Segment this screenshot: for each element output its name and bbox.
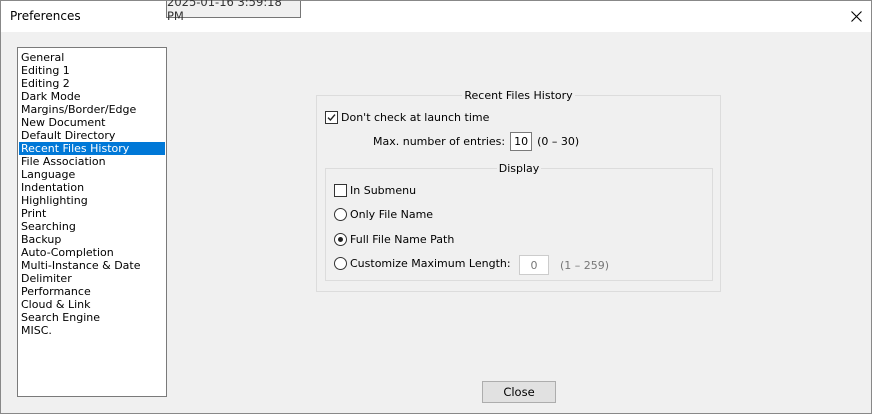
- category-item-performance[interactable]: Performance: [19, 285, 165, 298]
- category-item-auto-completion[interactable]: Auto-Completion: [19, 246, 165, 259]
- dont-check-checkbox[interactable]: [325, 111, 338, 124]
- max-entries-range: (0 – 30): [537, 135, 580, 148]
- category-item-editing-2[interactable]: Editing 2: [19, 77, 165, 90]
- recent-files-group-title: Recent Files History: [464, 89, 573, 102]
- customize-length-range: (1 – 259): [560, 258, 610, 272]
- close-icon: [850, 10, 862, 22]
- in-submenu-option[interactable]: In Submenu: [334, 184, 416, 197]
- max-entries-row: Max. number of entries: 10 (0 – 30): [373, 132, 579, 151]
- dont-check-option[interactable]: Don't check at launch time: [325, 111, 489, 124]
- category-item-backup[interactable]: Backup: [19, 233, 165, 246]
- checkmark-icon: [327, 114, 336, 122]
- category-item-search-engine[interactable]: Search Engine: [19, 311, 165, 324]
- customize-length-option[interactable]: Customize Maximum Length:: [334, 257, 511, 270]
- category-list[interactable]: General Editing 1 Editing 2 Dark Mode Margin…: [17, 47, 167, 397]
- close-button[interactable]: Close: [482, 381, 556, 403]
- full-path-radio[interactable]: [334, 233, 347, 246]
- only-file-name-option[interactable]: Only File Name: [334, 208, 433, 221]
- category-item-dark-mode[interactable]: Dark Mode: [19, 90, 165, 103]
- category-item-recent-files-history[interactable]: Recent Files History: [19, 142, 165, 155]
- category-item-delimiter[interactable]: Delimiter: [19, 272, 165, 285]
- category-item-editing-1[interactable]: Editing 1: [19, 64, 165, 77]
- dont-check-label: Don't check at launch time: [341, 111, 490, 124]
- max-entries-input[interactable]: 10: [510, 132, 533, 151]
- category-item-cloud-link[interactable]: Cloud & Link: [19, 298, 165, 311]
- preferences-dialog: Preferences 2025-01-16 3:59:18 PM Genera…: [0, 0, 872, 414]
- only-file-name-radio[interactable]: [334, 208, 347, 221]
- category-item-print[interactable]: Print: [19, 207, 165, 220]
- close-window-button[interactable]: [841, 1, 871, 31]
- only-file-name-label: Only File Name: [350, 208, 434, 221]
- customize-length-input[interactable]: 0: [519, 255, 549, 275]
- category-item-searching[interactable]: Searching: [19, 220, 165, 233]
- category-item-default-directory[interactable]: Default Directory: [19, 129, 165, 142]
- category-item-general[interactable]: General: [19, 51, 165, 64]
- in-submenu-label: In Submenu: [350, 184, 417, 197]
- radio-selected-dot: [338, 237, 343, 242]
- category-item-file-association[interactable]: File Association: [19, 155, 165, 168]
- category-item-highlighting[interactable]: Highlighting: [19, 194, 165, 207]
- title-bar: Preferences: [1, 1, 871, 32]
- display-group-title: Display: [498, 162, 540, 175]
- dialog-title: Preferences: [10, 9, 81, 23]
- customize-length-radio[interactable]: [334, 257, 347, 270]
- customize-length-row: 0 (1 – 259): [519, 255, 609, 275]
- category-item-language[interactable]: Language: [19, 168, 165, 181]
- category-item-misc[interactable]: MISC.: [19, 324, 165, 337]
- category-item-new-document[interactable]: New Document: [19, 116, 165, 129]
- category-item-multi-instance-date[interactable]: Multi-Instance & Date: [19, 259, 165, 272]
- category-item-margins-border-edge[interactable]: Margins/Border/Edge: [19, 103, 165, 116]
- full-path-label: Full File Name Path: [350, 233, 455, 246]
- max-entries-label: Max. number of entries:: [373, 135, 506, 148]
- category-item-indentation[interactable]: Indentation: [19, 181, 165, 194]
- customize-length-label: Customize Maximum Length:: [350, 257, 511, 270]
- datetime-tooltip: 2025-01-16 3:59:18 PM: [166, 0, 301, 23]
- full-path-option[interactable]: Full File Name Path: [334, 233, 454, 246]
- in-submenu-checkbox[interactable]: [334, 184, 347, 197]
